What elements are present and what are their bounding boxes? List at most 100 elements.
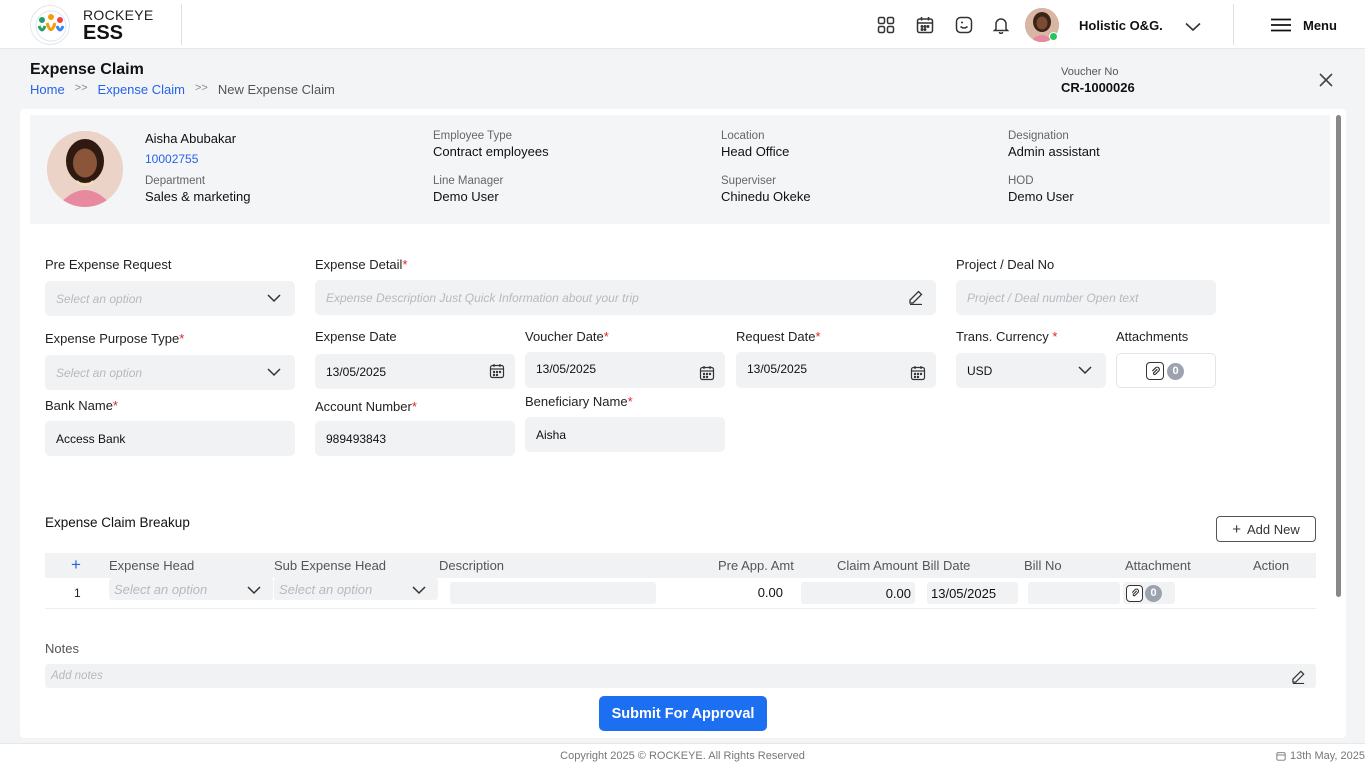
header-divider [181, 4, 182, 45]
row-attachment-box[interactable]: 0 [1123, 582, 1175, 604]
expense-date-input[interactable]: 13/05/2025 [315, 354, 515, 389]
account-label: Account Number* [315, 399, 417, 414]
calendar-icon[interactable] [489, 363, 505, 379]
designation-value: Admin assistant [1008, 144, 1100, 159]
menu-button[interactable]: Menu [1303, 18, 1337, 33]
close-icon[interactable] [1316, 70, 1336, 90]
notes-input[interactable]: Add notes [45, 664, 1316, 688]
col-sub-expense-head: Sub Expense Head [274, 558, 387, 573]
col-claim-amount: Claim Amount [837, 558, 918, 573]
paperclip-icon[interactable] [1146, 362, 1164, 380]
project-input[interactable]: Project / Deal number Open text [956, 280, 1216, 315]
employee-id-link[interactable]: 10002755 [145, 152, 198, 166]
claim-amount-input[interactable]: 0.00 [801, 582, 915, 604]
bill-date-value: 13/05/2025 [931, 585, 997, 601]
bank-value: Access Bank [56, 431, 126, 446]
employee-photo [47, 131, 123, 207]
breadcrumb-expense-claim[interactable]: Expense Claim [98, 82, 185, 97]
submit-for-approval-button[interactable]: Submit For Approval [599, 696, 767, 731]
employee-type-value: Contract employees [433, 144, 549, 159]
request-date-value: 13/05/2025 [747, 362, 808, 376]
supervisor-label: Superviser [721, 175, 776, 187]
chat-icon[interactable] [954, 15, 974, 35]
row-index: 1 [74, 586, 81, 600]
beneficiary-input[interactable]: Aisha [525, 417, 725, 452]
bill-date-input[interactable]: 13/05/2025 [927, 582, 1018, 604]
pre-app-amt-value: 0.00 [757, 585, 783, 600]
page-title: Expense Claim [30, 61, 144, 78]
currency-label: Trans. Currency * [956, 329, 1057, 344]
project-placeholder: Project / Deal number Open text [967, 290, 1139, 305]
request-date-input[interactable]: 13/05/2025 [736, 352, 936, 388]
pre-expense-select[interactable]: Select an option [45, 281, 295, 316]
bill-no-input[interactable] [1028, 582, 1120, 604]
sub-expense-placeholder: Select an option [279, 581, 373, 597]
account-input[interactable]: 989493843 [315, 421, 515, 456]
beneficiary-value: Aisha [536, 427, 567, 442]
bell-icon[interactable] [991, 15, 1011, 35]
col-bill-date: Bill Date [922, 558, 971, 573]
account-label-text: Account Number [315, 399, 412, 414]
scrollbar[interactable] [1336, 115, 1341, 597]
copyright-text: Copyright 2025 © ROCKEYE. All Rights Res… [560, 750, 805, 762]
company-logo[interactable] [30, 5, 70, 45]
description-input[interactable] [450, 582, 656, 604]
add-new-label: Add New [1247, 521, 1300, 537]
expense-detail-label-text: Expense Detail [315, 257, 403, 272]
col-expense-head: Expense Head [109, 558, 195, 573]
beneficiary-label-text: Beneficiary Name [525, 394, 628, 409]
apps-grid-icon[interactable] [876, 15, 896, 35]
pencil-icon[interactable] [1291, 669, 1306, 684]
employee-type-label: Employee Type [433, 130, 513, 142]
request-date-label: Request Date* [736, 329, 821, 344]
chevron-down-icon [267, 294, 281, 303]
required-mark: * [411, 399, 417, 414]
voucher-date-label-text: Voucher Date [525, 329, 604, 344]
add-new-button[interactable]: + Add New [1216, 516, 1316, 542]
voucher-date-label: Voucher Date* [525, 329, 609, 344]
bank-input[interactable]: Access Bank [45, 421, 295, 456]
voucher-date-input[interactable]: 13/05/2025 [525, 352, 725, 388]
breadcrumb-home[interactable]: Home [30, 82, 65, 97]
purpose-select[interactable]: Select an option [45, 355, 295, 390]
header-divider [1233, 4, 1234, 45]
col-pre-app-amt: Pre App. Amt [718, 558, 794, 573]
bank-label-text: Bank Name [45, 398, 113, 413]
expense-head-select[interactable]: Select an option [109, 578, 273, 600]
notes-label: Notes [45, 641, 79, 656]
hamburger-menu-icon[interactable] [1270, 18, 1292, 35]
line-manager-value: Demo User [433, 189, 499, 204]
breakup-title: Expense Claim Breakup [45, 515, 190, 530]
sub-expense-head-select[interactable]: Select an option [274, 578, 438, 600]
col-action: Action [1253, 558, 1290, 573]
calendar-icon[interactable] [699, 365, 715, 381]
purpose-label-text: Expense Purpose Type [45, 331, 180, 346]
calendar-icon[interactable] [915, 15, 935, 35]
attachments-count-badge: 0 [1167, 362, 1184, 380]
calendar-icon [1276, 752, 1286, 761]
calendar-icon[interactable] [910, 365, 926, 381]
attachments-box[interactable]: 0 [1116, 353, 1216, 388]
required-mark: * [603, 329, 609, 344]
row-attachment-count-badge: 0 [1145, 584, 1162, 602]
beneficiary-label: Beneficiary Name* [525, 394, 633, 409]
chevron-down-icon[interactable] [1185, 20, 1201, 35]
hod-value: Demo User [1008, 189, 1074, 204]
paperclip-icon[interactable] [1126, 584, 1143, 602]
department-label: Department [145, 175, 206, 187]
required-mark: * [627, 394, 633, 409]
notes-placeholder: Add notes [51, 670, 103, 682]
col-bill-no: Bill No [1024, 558, 1062, 573]
user-name: Holistic O&G. [1079, 18, 1163, 33]
expense-date-label: Expense Date [315, 329, 397, 344]
employee-name: Aisha Abubakar [145, 131, 237, 146]
pencil-icon[interactable] [908, 289, 924, 305]
expense-detail-label: Expense Detail* [315, 257, 408, 272]
add-row-plus-icon[interactable]: + [71, 555, 81, 575]
voucher-date-value: 13/05/2025 [536, 362, 597, 376]
chevron-down-icon [412, 586, 426, 595]
account-value: 989493843 [326, 431, 387, 446]
currency-select[interactable]: USD [956, 353, 1106, 388]
expense-detail-input[interactable]: Expense Description Just Quick Informati… [315, 280, 936, 315]
purpose-placeholder: Select an option [56, 365, 143, 380]
